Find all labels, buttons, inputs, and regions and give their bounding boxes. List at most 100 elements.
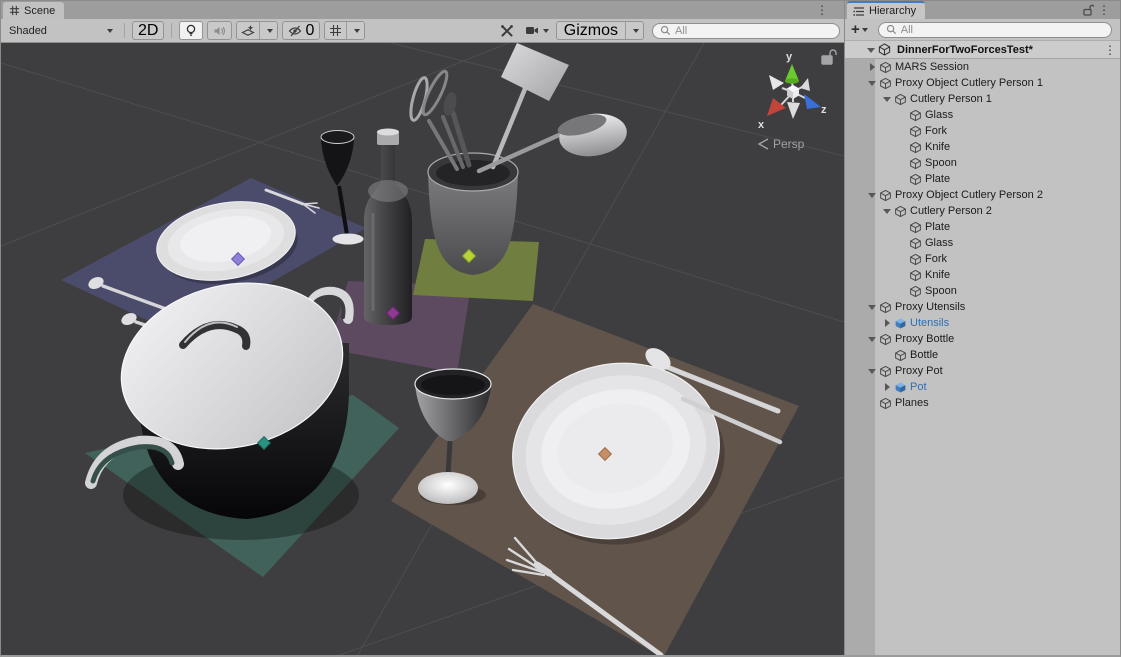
foldout-icon[interactable] xyxy=(867,299,879,315)
chevron-down-icon xyxy=(633,29,639,33)
hierarchy-item-proxy-bottle[interactable]: Proxy Bottle xyxy=(845,331,1120,347)
foldout-icon[interactable] xyxy=(897,219,909,235)
eye-slash-icon xyxy=(288,25,303,37)
hierarchy-item-label: Fork xyxy=(925,251,947,267)
hierarchy-item-glass[interactable]: Glass xyxy=(845,107,1120,123)
hierarchy-item-proxy-object-cutlery-person-2[interactable]: Proxy Object Cutlery Person 2 xyxy=(845,187,1120,203)
hierarchy-item-proxy-utensils[interactable]: Proxy Utensils xyxy=(845,299,1120,315)
effects-dropdown-button[interactable] xyxy=(259,22,277,39)
foldout-icon[interactable] xyxy=(897,107,909,123)
foldout-icon[interactable] xyxy=(882,91,894,107)
component-tools-button[interactable] xyxy=(496,21,518,40)
chevron-down-icon xyxy=(354,29,360,33)
tab-scene[interactable]: Scene xyxy=(3,2,64,19)
gameobject-icon xyxy=(909,109,922,122)
foldout-icon[interactable] xyxy=(897,171,909,187)
hierarchy-item-plate[interactable]: Plate xyxy=(845,219,1120,235)
foldout-icon[interactable] xyxy=(897,155,909,171)
grid-dropdown-button[interactable] xyxy=(346,22,364,39)
foldout-icon[interactable] xyxy=(897,267,909,283)
foldout-icon[interactable] xyxy=(882,315,894,331)
foldout-icon[interactable] xyxy=(882,347,894,363)
gameobject-icon xyxy=(909,125,922,138)
foldout-icon[interactable] xyxy=(882,203,894,219)
grid-visibility-button[interactable] xyxy=(325,22,346,39)
scene-root-menu-icon[interactable]: ⋮ xyxy=(1100,42,1120,58)
foldout-icon[interactable] xyxy=(867,363,879,379)
effects-dropdown-group xyxy=(236,21,278,40)
hierarchy-item-label: Plate xyxy=(925,171,950,187)
foldout-icon[interactable] xyxy=(897,235,909,251)
foldout-icon[interactable] xyxy=(867,395,879,411)
hierarchy-item-glass[interactable]: Glass xyxy=(845,235,1120,251)
scene-viewport[interactable]: y x z Persp xyxy=(1,43,844,655)
scene-visibility-button[interactable]: 0 xyxy=(282,21,320,40)
effects-toggle-button[interactable] xyxy=(237,22,259,39)
draw-mode-dropdown[interactable]: Shaded xyxy=(5,21,117,40)
foldout-icon[interactable] xyxy=(867,75,879,91)
gameobject-icon xyxy=(909,141,922,154)
hierarchy-item-knife[interactable]: Knife xyxy=(845,267,1120,283)
hierarchy-tab-menu-icon[interactable]: ⋮ xyxy=(1094,2,1114,18)
scene-root-row[interactable]: DinnerForTwoForcesTest* ⋮ xyxy=(845,41,1120,59)
chevron-down-icon[interactable] xyxy=(862,28,868,32)
foldout-icon[interactable] xyxy=(897,251,909,267)
camera-settings-dropdown[interactable] xyxy=(522,21,552,40)
effects-sparkle-icon xyxy=(241,24,255,37)
hierarchy-item-label: Proxy Utensils xyxy=(895,299,965,315)
scene-tab-menu-icon[interactable]: ⋮ xyxy=(812,2,832,18)
gizmos-dropdown-button[interactable] xyxy=(625,22,643,39)
hierarchy-item-fork[interactable]: Fork xyxy=(845,251,1120,267)
gameobject-icon xyxy=(894,205,907,218)
hierarchy-item-spoon[interactable]: Spoon xyxy=(845,283,1120,299)
gizmos-dropdown-group: Gizmos xyxy=(556,21,644,40)
gameobject-icon xyxy=(894,93,907,106)
foldout-icon[interactable] xyxy=(867,331,879,347)
gameobject-icon xyxy=(909,221,922,234)
foldout-icon[interactable] xyxy=(867,187,879,203)
light-bulb-icon xyxy=(185,24,197,37)
hierarchy-toolbar: + xyxy=(845,19,1120,41)
2d-toggle-button[interactable]: 2D xyxy=(132,21,164,40)
scene-panel: Scene ⋮ Shaded 2D xyxy=(1,1,845,655)
axis-label-z: z xyxy=(821,104,827,116)
gameobject-icon xyxy=(879,301,892,314)
hierarchy-item-proxy-pot[interactable]: Proxy Pot xyxy=(845,363,1120,379)
hierarchy-item-label: Planes xyxy=(895,395,929,411)
foldout-icon[interactable] xyxy=(897,283,909,299)
scene-search-field[interactable] xyxy=(652,23,840,39)
hierarchy-search-input[interactable] xyxy=(901,24,1104,36)
hierarchy-item-mars-session[interactable]: MARS Session xyxy=(845,59,1120,75)
hierarchy-item-spoon[interactable]: Spoon xyxy=(845,155,1120,171)
foldout-icon[interactable] xyxy=(867,59,879,75)
add-gameobject-button[interactable]: + xyxy=(851,22,860,37)
lock-icon[interactable] xyxy=(1082,4,1094,16)
lighting-toggle-button[interactable] xyxy=(179,21,203,40)
hierarchy-item-label: Knife xyxy=(925,267,950,283)
gizmos-toggle[interactable]: Gizmos xyxy=(557,22,625,39)
foldout-icon[interactable] xyxy=(897,123,909,139)
hierarchy-item-label: Spoon xyxy=(925,155,957,171)
hierarchy-item-utensils[interactable]: Utensils xyxy=(845,315,1120,331)
gameobject-icon xyxy=(909,253,922,266)
foldout-icon[interactable] xyxy=(897,139,909,155)
hierarchy-item-planes[interactable]: Planes xyxy=(845,395,1120,411)
hierarchy-item-fork[interactable]: Fork xyxy=(845,123,1120,139)
hierarchy-item-proxy-object-cutlery-person-1[interactable]: Proxy Object Cutlery Person 1 xyxy=(845,75,1120,91)
scene-foldout-icon[interactable] xyxy=(866,42,878,58)
audio-toggle-button[interactable] xyxy=(207,21,232,40)
hierarchy-search-field[interactable] xyxy=(878,22,1112,38)
hierarchy-tab-label: Hierarchy xyxy=(869,5,916,17)
hierarchy-item-bottle[interactable]: Bottle xyxy=(845,347,1120,363)
hierarchy-item-plate[interactable]: Plate xyxy=(845,171,1120,187)
hierarchy-item-cutlery-person-1[interactable]: Cutlery Person 1 xyxy=(845,91,1120,107)
scene-search-input[interactable] xyxy=(675,25,832,37)
hierarchy-item-pot[interactable]: Pot xyxy=(845,379,1120,395)
gizmos-label: Gizmos xyxy=(564,22,618,40)
hierarchy-item-knife[interactable]: Knife xyxy=(845,139,1120,155)
speaker-icon xyxy=(213,25,226,37)
gameobject-icon xyxy=(909,173,922,186)
tab-hierarchy[interactable]: Hierarchy xyxy=(847,1,925,19)
hierarchy-item-cutlery-person-2[interactable]: Cutlery Person 2 xyxy=(845,203,1120,219)
foldout-icon[interactable] xyxy=(882,379,894,395)
